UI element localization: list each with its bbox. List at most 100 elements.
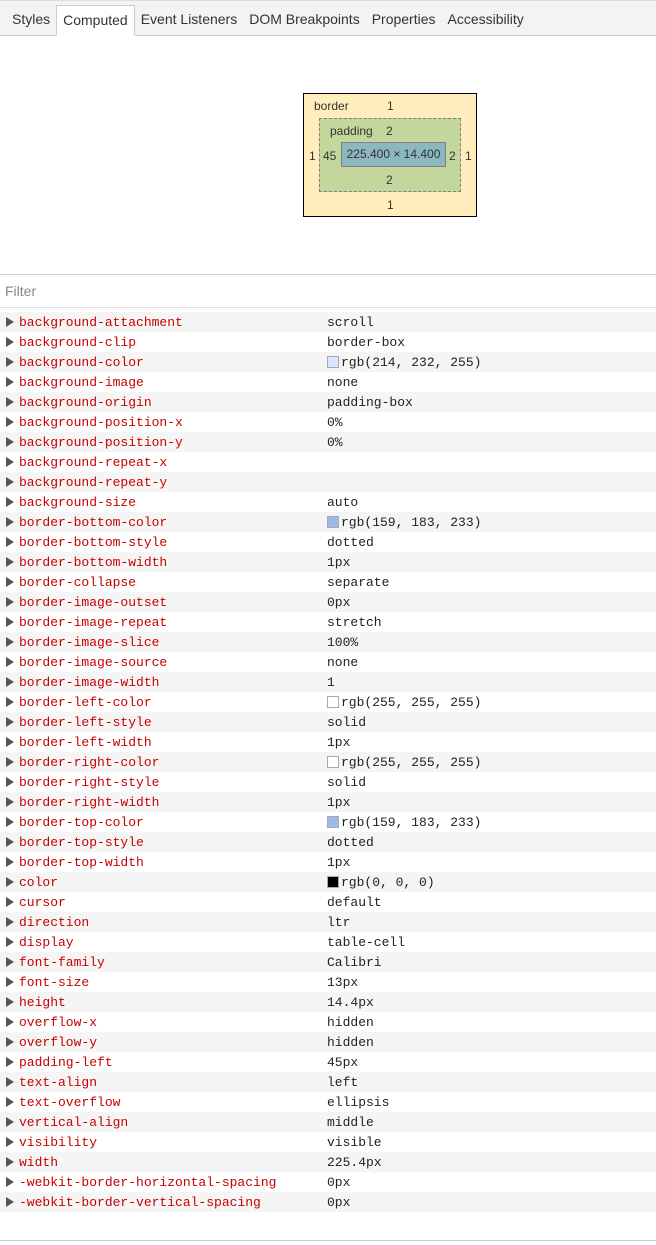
expand-triangle-icon[interactable]	[6, 557, 14, 567]
property-row[interactable]: border-bottom-color rgb(159, 183, 233)	[0, 512, 656, 532]
property-row[interactable]: border-image-outset 0px	[0, 592, 656, 612]
property-row[interactable]: border-top-width 1px	[0, 852, 656, 872]
property-row[interactable]: border-bottom-style dotted	[0, 532, 656, 552]
color-swatch[interactable]	[327, 516, 339, 528]
property-row[interactable]: border-right-color rgb(255, 255, 255)	[0, 752, 656, 772]
expand-triangle-icon[interactable]	[6, 477, 14, 487]
expand-triangle-icon[interactable]	[6, 617, 14, 627]
property-row[interactable]: background-clip border-box	[0, 332, 656, 352]
property-row[interactable]: background-attachment scroll	[0, 312, 656, 332]
property-row[interactable]: border-top-color rgb(159, 183, 233)	[0, 812, 656, 832]
expand-triangle-icon[interactable]	[6, 397, 14, 407]
expand-triangle-icon[interactable]	[6, 417, 14, 427]
property-row[interactable]: border-top-style dotted	[0, 832, 656, 852]
expand-triangle-icon[interactable]	[6, 777, 14, 787]
property-row[interactable]: visibility visible	[0, 1132, 656, 1152]
color-swatch[interactable]	[327, 356, 339, 368]
property-row[interactable]: background-repeat-x	[0, 452, 656, 472]
expand-triangle-icon[interactable]	[6, 1057, 14, 1067]
expand-triangle-icon[interactable]	[6, 637, 14, 647]
tab-event-listeners[interactable]: Event Listeners	[135, 5, 244, 35]
property-row[interactable]: -webkit-border-vertical-spacing 0px	[0, 1192, 656, 1212]
property-row[interactable]: text-overflow ellipsis	[0, 1092, 656, 1112]
padding-left-value[interactable]: 45	[323, 149, 336, 163]
expand-triangle-icon[interactable]	[6, 317, 14, 327]
expand-triangle-icon[interactable]	[6, 357, 14, 367]
expand-triangle-icon[interactable]	[6, 337, 14, 347]
expand-triangle-icon[interactable]	[6, 377, 14, 387]
expand-triangle-icon[interactable]	[6, 1157, 14, 1167]
tab-dom-breakpoints[interactable]: DOM Breakpoints	[243, 5, 365, 35]
property-row[interactable]: vertical-align middle	[0, 1112, 656, 1132]
property-row[interactable]: color rgb(0, 0, 0)	[0, 872, 656, 892]
expand-triangle-icon[interactable]	[6, 677, 14, 687]
expand-triangle-icon[interactable]	[6, 1177, 14, 1187]
property-row[interactable]: background-position-x 0%	[0, 412, 656, 432]
property-row[interactable]: border-right-style solid	[0, 772, 656, 792]
property-row[interactable]: font-size 13px	[0, 972, 656, 992]
property-row[interactable]: background-repeat-y	[0, 472, 656, 492]
property-row[interactable]: -webkit-border-horizontal-spacing 0px	[0, 1172, 656, 1192]
property-row[interactable]: border-image-slice 100%	[0, 632, 656, 652]
expand-triangle-icon[interactable]	[6, 1097, 14, 1107]
border-bottom-value[interactable]: 1	[387, 198, 394, 212]
color-swatch[interactable]	[327, 876, 339, 888]
border-top-value[interactable]: 1	[387, 99, 394, 113]
property-row[interactable]: padding-left 45px	[0, 1052, 656, 1072]
expand-triangle-icon[interactable]	[6, 577, 14, 587]
filter-input[interactable]	[0, 275, 650, 307]
property-row[interactable]: background-position-y 0%	[0, 432, 656, 452]
expand-triangle-icon[interactable]	[6, 857, 14, 867]
expand-triangle-icon[interactable]	[6, 457, 14, 467]
property-row[interactable]: background-image none	[0, 372, 656, 392]
padding-top-value[interactable]: 2	[386, 124, 393, 138]
border-left-value[interactable]: 1	[309, 149, 316, 163]
expand-triangle-icon[interactable]	[6, 1077, 14, 1087]
tab-accessibility[interactable]: Accessibility	[442, 5, 530, 35]
tab-computed[interactable]: Computed	[56, 5, 135, 36]
property-row[interactable]: font-family Calibri	[0, 952, 656, 972]
color-swatch[interactable]	[327, 816, 339, 828]
property-row[interactable]: text-align left	[0, 1072, 656, 1092]
expand-triangle-icon[interactable]	[6, 917, 14, 927]
expand-triangle-icon[interactable]	[6, 817, 14, 827]
property-row[interactable]: cursor default	[0, 892, 656, 912]
expand-triangle-icon[interactable]	[6, 937, 14, 947]
property-row[interactable]: overflow-x hidden	[0, 1012, 656, 1032]
expand-triangle-icon[interactable]	[6, 517, 14, 527]
expand-triangle-icon[interactable]	[6, 537, 14, 547]
box-model-content[interactable]: 225.400 × 14.400	[341, 142, 446, 167]
color-swatch[interactable]	[327, 696, 339, 708]
property-row[interactable]: height 14.4px	[0, 992, 656, 1012]
expand-triangle-icon[interactable]	[6, 657, 14, 667]
property-row[interactable]: direction ltr	[0, 912, 656, 932]
tab-properties[interactable]: Properties	[366, 5, 442, 35]
expand-triangle-icon[interactable]	[6, 897, 14, 907]
expand-triangle-icon[interactable]	[6, 697, 14, 707]
color-swatch[interactable]	[327, 756, 339, 768]
expand-triangle-icon[interactable]	[6, 1037, 14, 1047]
property-row[interactable]: border-collapse separate	[0, 572, 656, 592]
border-right-value[interactable]: 1	[465, 149, 472, 163]
expand-triangle-icon[interactable]	[6, 437, 14, 447]
property-row[interactable]: overflow-y hidden	[0, 1032, 656, 1052]
property-row[interactable]: border-image-width 1	[0, 672, 656, 692]
padding-right-value[interactable]: 2	[449, 149, 456, 163]
property-row[interactable]: background-origin padding-box	[0, 392, 656, 412]
tab-styles[interactable]: Styles	[6, 5, 56, 35]
expand-triangle-icon[interactable]	[6, 757, 14, 767]
expand-triangle-icon[interactable]	[6, 737, 14, 747]
property-row[interactable]: width 225.4px	[0, 1152, 656, 1172]
expand-triangle-icon[interactable]	[6, 1197, 14, 1207]
expand-triangle-icon[interactable]	[6, 717, 14, 727]
property-row[interactable]: border-left-color rgb(255, 255, 255)	[0, 692, 656, 712]
property-row[interactable]: border-image-repeat stretch	[0, 612, 656, 632]
expand-triangle-icon[interactable]	[6, 957, 14, 967]
property-row[interactable]: border-image-source none	[0, 652, 656, 672]
expand-triangle-icon[interactable]	[6, 997, 14, 1007]
expand-triangle-icon[interactable]	[6, 1137, 14, 1147]
property-row[interactable]: border-left-style solid	[0, 712, 656, 732]
expand-triangle-icon[interactable]	[6, 977, 14, 987]
property-row[interactable]: background-size auto	[0, 492, 656, 512]
expand-triangle-icon[interactable]	[6, 597, 14, 607]
